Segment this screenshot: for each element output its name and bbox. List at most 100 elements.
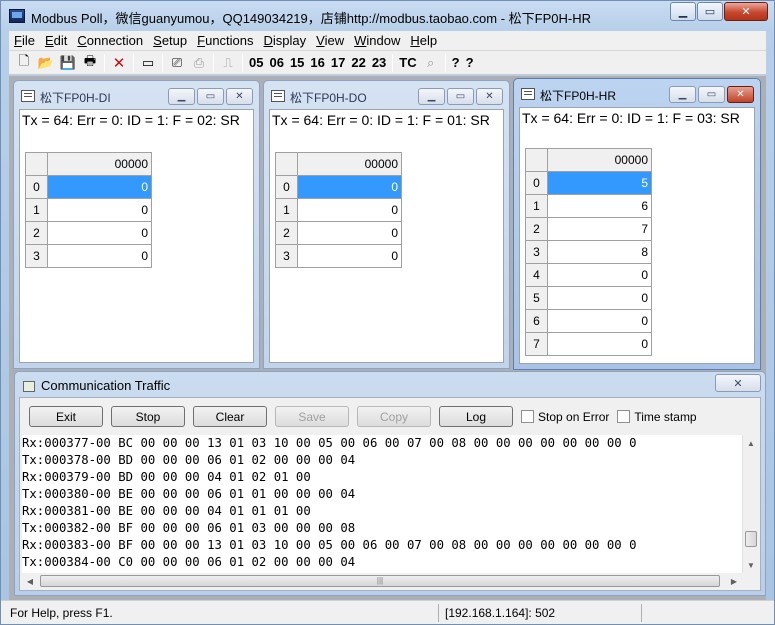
register-cell[interactable]: 0 [47, 221, 152, 245]
menu-window[interactable]: Window [349, 32, 405, 50]
register-cell[interactable]: 6 [547, 194, 652, 218]
toolbar-separator [242, 53, 243, 72]
pulse-icon[interactable]: ⎍ [217, 53, 239, 73]
register-cell[interactable]: 0 [547, 309, 652, 333]
checkbox-box[interactable] [521, 410, 534, 423]
menu-connection[interactable]: Connection [72, 32, 148, 50]
child-window-do[interactable]: 松下FP0H-DO ▁ ▭ ✕ Tx = 64: Err = 0: ID = 1… [263, 80, 510, 369]
func-16-button[interactable]: 16 [307, 53, 327, 73]
child-restore-button[interactable]: ▭ [447, 88, 474, 105]
checkbox-box[interactable] [617, 410, 631, 423]
row-header: 2 [525, 217, 548, 241]
child-body: Tx = 64: Err = 0: ID = 1: F = 02: SR 000… [19, 109, 254, 363]
exit-button[interactable]: Exit [29, 406, 103, 427]
register-cell[interactable]: 5 [547, 171, 652, 195]
child-restore-button[interactable]: ▭ [197, 88, 224, 105]
status-address: [192.168.1.164]: 502 [438, 604, 638, 622]
vertical-scrollbar[interactable]: ▲ ▼ [742, 435, 758, 573]
scroll-down-icon[interactable]: ▼ [743, 557, 759, 573]
context-help-icon[interactable]: ? [463, 53, 477, 73]
child-title-bar[interactable]: 松下FP0H-DI ▁ ▭ ✕ [14, 81, 259, 109]
register-cell[interactable]: 8 [547, 240, 652, 264]
child-close-button[interactable]: ✕ [727, 86, 754, 103]
register-cell[interactable]: 0 [547, 286, 652, 310]
scroll-right-icon[interactable]: ▶ [726, 573, 742, 589]
row-header: 7 [525, 332, 548, 356]
delete-icon[interactable]: ✕ [108, 53, 130, 73]
print-icon[interactable]: 🖶 [79, 53, 101, 73]
register-cell[interactable]: 0 [297, 175, 402, 199]
menu-view[interactable]: View [311, 32, 349, 50]
menu-file[interactable]: File [9, 32, 40, 50]
func-17-button[interactable]: 17 [328, 53, 348, 73]
minimize-button[interactable]: ▁ [670, 2, 696, 21]
stop-button[interactable]: Stop [111, 406, 185, 427]
func-23-button[interactable]: 23 [369, 53, 389, 73]
func-06-button[interactable]: 06 [266, 53, 286, 73]
row-header: 3 [275, 244, 298, 268]
log-line: Tx:000384-00 C0 00 00 00 06 01 02 00 00 … [22, 555, 356, 569]
register-cell[interactable]: 0 [47, 244, 152, 268]
read-write-icon[interactable]: ⎚ [166, 53, 188, 73]
help-icon[interactable]: ? [449, 53, 463, 73]
menu-display[interactable]: Display [259, 32, 312, 50]
child-close-button[interactable]: ✕ [226, 88, 253, 105]
traffic-close-button[interactable]: ✕ [715, 374, 761, 392]
scroll-thumb[interactable] [745, 531, 757, 547]
child-close-button[interactable]: ✕ [476, 88, 503, 105]
log-line: Rx:000377-00 BC 00 00 00 13 01 03 10 00 … [22, 436, 637, 450]
child-title: 松下FP0H-DI [40, 91, 111, 105]
register-cell[interactable]: 0 [47, 175, 152, 199]
scroll-thumb[interactable]: ||| [40, 575, 720, 587]
register-cell[interactable]: 0 [297, 221, 402, 245]
func-05-button[interactable]: 05 [246, 53, 266, 73]
menu-functions[interactable]: Functions [192, 32, 258, 50]
child-title-bar[interactable]: 松下FP0H-HR ▁ ▭ ✕ [514, 79, 760, 107]
register-cell[interactable]: 0 [547, 332, 652, 356]
menu-bar: File Edit Connection Setup Functions Dis… [9, 31, 766, 51]
scroll-left-icon[interactable]: ◀ [22, 573, 38, 589]
close-button[interactable]: ✕ [724, 2, 768, 21]
tc-magnify-icon[interactable]: ⌕ [420, 53, 442, 73]
clear-button[interactable]: Clear [193, 406, 267, 427]
func-22-button[interactable]: 22 [348, 53, 368, 73]
menu-setup[interactable]: Setup [148, 32, 192, 50]
window-icon[interactable]: ▭ [137, 53, 159, 73]
menu-help[interactable]: Help [405, 32, 442, 50]
new-icon[interactable]: 🗋 [13, 53, 35, 73]
time-stamp-checkbox[interactable]: Time stamp [617, 409, 697, 424]
register-cell[interactable]: 7 [547, 217, 652, 241]
copy-button[interactable]: Copy [357, 406, 431, 427]
child-window-hr[interactable]: 松下FP0H-HR ▁ ▭ ✕ Tx = 64: Err = 0: ID = 1… [513, 78, 761, 370]
stop-on-error-checkbox[interactable]: Stop on Error [521, 410, 609, 424]
open-folder-icon[interactable]: 📂 [35, 53, 57, 73]
child-minimize-button[interactable]: ▁ [168, 88, 195, 105]
time-stamp-label: Time stamp [634, 409, 697, 424]
mdi-client: 松下FP0H-DI ▁ ▭ ✕ Tx = 64: Err = 0: ID = 1… [9, 76, 766, 600]
title-bar[interactable]: Modbus Poll，微信guanyumou，QQ149034219，店铺ht… [1, 1, 774, 31]
child-restore-button[interactable]: ▭ [698, 86, 725, 103]
traffic-log[interactable]: Rx:000377-00 BC 00 00 00 13 01 03 10 00 … [22, 435, 742, 573]
communication-traffic-window[interactable]: Communication Traffic ✕ Exit Stop Clear … [14, 371, 766, 596]
child-title-bar[interactable]: 松下FP0H-DO ▁ ▭ ✕ [264, 81, 509, 109]
print-disabled-icon[interactable]: ⎙ [188, 53, 210, 73]
tc-button[interactable]: TC [396, 53, 419, 73]
child-minimize-button[interactable]: ▁ [669, 86, 696, 103]
row-header: 5 [525, 286, 548, 310]
save-button[interactable]: Save [275, 406, 349, 427]
register-cell[interactable]: 0 [297, 244, 402, 268]
horizontal-scrollbar[interactable]: ◀ ||| ▶ [22, 573, 742, 589]
menu-edit[interactable]: Edit [40, 32, 72, 50]
register-cell[interactable]: 0 [297, 198, 402, 222]
log-button[interactable]: Log [439, 406, 513, 427]
poll-status: Tx = 64: Err = 0: ID = 1: F = 02: SR [22, 112, 240, 128]
child-window-di[interactable]: 松下FP0H-DI ▁ ▭ ✕ Tx = 64: Err = 0: ID = 1… [13, 80, 260, 369]
register-cell[interactable]: 0 [47, 198, 152, 222]
func-15-button[interactable]: 15 [287, 53, 307, 73]
grid-corner [525, 148, 548, 172]
save-icon[interactable]: 💾 [57, 53, 79, 73]
child-minimize-button[interactable]: ▁ [418, 88, 445, 105]
register-cell[interactable]: 0 [547, 263, 652, 287]
maximize-button[interactable]: ▭ [697, 2, 723, 21]
scroll-up-icon[interactable]: ▲ [743, 435, 759, 451]
